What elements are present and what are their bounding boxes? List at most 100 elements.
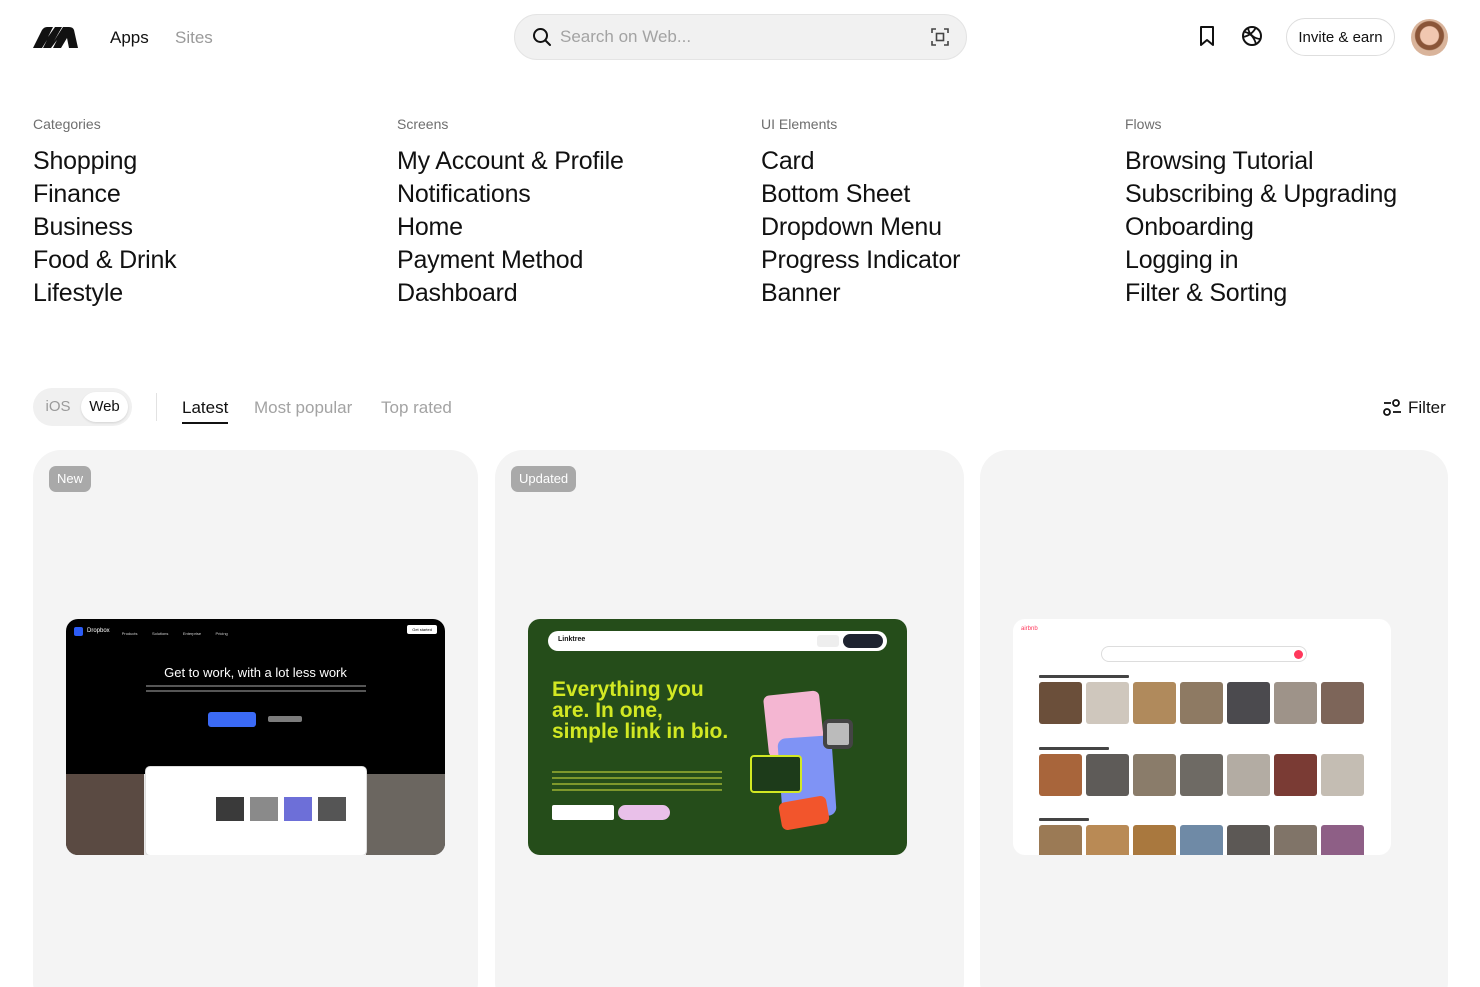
preview-body [552,771,722,791]
menu-column-categories: Categories Shopping Finance Business Foo… [33,116,373,310]
menu-item[interactable]: My Account & Profile [397,145,737,178]
menu-column-screens: Screens My Account & Profile Notificatio… [397,116,737,310]
app-card-airbnb[interactable]: airbnb [980,450,1448,987]
preview-listing [1321,825,1364,855]
preview-screenshot: Dropbox Products Solutions Enterprise Pr… [66,619,445,855]
menu-item[interactable]: Subscribing & Upgrading [1125,178,1465,211]
preview-listing [1133,825,1176,855]
preview-link: Solutions [151,631,169,636]
search-bar[interactable] [514,14,967,60]
preview-brand: Dropbox [87,628,110,634]
preview-login-button [817,635,839,647]
preview-row-title [1039,818,1089,821]
nav-sites-link[interactable]: Sites [175,28,213,48]
app-card-linktree[interactable]: Updated Linktree Everything you are. In … [495,450,964,987]
menu-heading: Screens [397,116,449,132]
preview-listing [1133,754,1176,796]
preview-listing [1180,682,1223,724]
preview-app-window [146,767,366,855]
preview-thumb [250,797,278,821]
preview-brand: Linktree [558,636,586,643]
preview-link: Enterprise [182,631,202,636]
preview-claim-button [618,805,670,820]
menu-item[interactable]: Bottom Sheet [761,178,1101,211]
status-badge: New [49,466,92,492]
preview-listing [1086,682,1129,724]
menu-item[interactable]: Onboarding [1125,211,1465,244]
preview-listing [1039,825,1082,855]
preview-search [1101,646,1307,662]
menu-item[interactable]: Card [761,145,1101,178]
menu-item[interactable]: Food & Drink [33,244,373,277]
menu-column-flows: Flows Browsing Tutorial Subscribing & Up… [1125,116,1465,310]
search-icon [1294,650,1303,659]
preview-listing [1321,754,1364,796]
divider [156,393,157,421]
app-card-dropbox[interactable]: New Dropbox Products Solutions Enterpris… [33,450,478,987]
preview-thumb [284,797,312,821]
avatar[interactable] [1411,19,1448,56]
bookmark-icon[interactable] [1195,24,1219,48]
menu-item[interactable]: Logging in [1125,244,1465,277]
preview-listing-row [1039,825,1364,855]
preview-thumb [318,797,346,821]
preview-headline: Get to work, with a lot less work [164,665,347,680]
preview-brand: airbnb [1021,626,1038,632]
tab-most-popular[interactable]: Most popular [254,398,352,418]
platform-web-option[interactable]: Web [81,392,128,422]
menu-item[interactable]: Shopping [33,145,373,178]
preview-listing [1133,682,1176,724]
menu-item[interactable]: Payment Method [397,244,737,277]
tab-latest[interactable]: Latest [182,398,229,424]
preview-listing [1086,825,1129,855]
menu-item[interactable]: Business [33,211,373,244]
menu-item[interactable]: Finance [33,178,373,211]
tab-top-rated[interactable]: Top rated [381,398,452,418]
preview-link: Pricing [215,631,228,636]
preview-screenshot: airbnb [1013,619,1391,855]
preview-listing [1274,825,1317,855]
menu-item[interactable]: Progress Indicator [761,244,1101,277]
preview-nav: Dropbox Products Solutions Enterprise Pr… [74,626,238,636]
menu-item[interactable]: Filter & Sorting [1125,277,1465,310]
preview-listing [1274,682,1317,724]
platform-ios-option[interactable]: iOS [38,392,78,422]
menu-heading: Categories [33,116,101,132]
preview-screenshot: Linktree Everything you are. In one, sim… [528,619,907,855]
search-input[interactable] [560,23,910,51]
invite-earn-button[interactable]: Invite & earn [1286,18,1395,56]
preview-signup-button [843,634,883,648]
platform-toggle: iOS Web [33,388,132,426]
menu-item[interactable]: Notifications [397,178,737,211]
scan-icon[interactable] [930,27,950,47]
menu-item[interactable]: Browsing Tutorial [1125,145,1465,178]
preview-listing [1086,754,1129,796]
preview-listing [1227,682,1270,724]
preview-link: Products [121,631,138,636]
menu-item[interactable]: Dropdown Menu [761,211,1101,244]
globe-icon[interactable] [1240,24,1264,48]
preview-thumb [216,797,244,821]
preview-input [552,805,614,820]
filter-button[interactable]: Filter [1382,397,1446,419]
status-badge: Updated [511,466,577,492]
preview-listing [1180,754,1223,796]
menu-item[interactable]: Banner [761,277,1101,310]
nav-apps-link[interactable]: Apps [110,28,149,48]
menu-item[interactable]: Home [397,211,737,244]
menu-item[interactable]: Lifestyle [33,277,373,310]
preview-art [750,755,802,793]
preview-headline: Everything you are. In one, simple link … [552,678,729,743]
search-icon [533,28,551,46]
preview-listing [1274,754,1317,796]
top-bar: Apps Sites Invite & earn [0,0,1480,74]
menu-heading: Flows [1125,116,1162,132]
preview-primary-button [208,712,256,727]
preview-body [146,685,366,695]
menu-item[interactable]: Dashboard [397,277,737,310]
menu-heading: UI Elements [761,116,838,132]
preview-secondary-button [268,716,302,722]
preview-cta: Get started [407,625,437,634]
filter-icon [1383,399,1401,416]
brand-logo-icon[interactable] [33,27,78,48]
